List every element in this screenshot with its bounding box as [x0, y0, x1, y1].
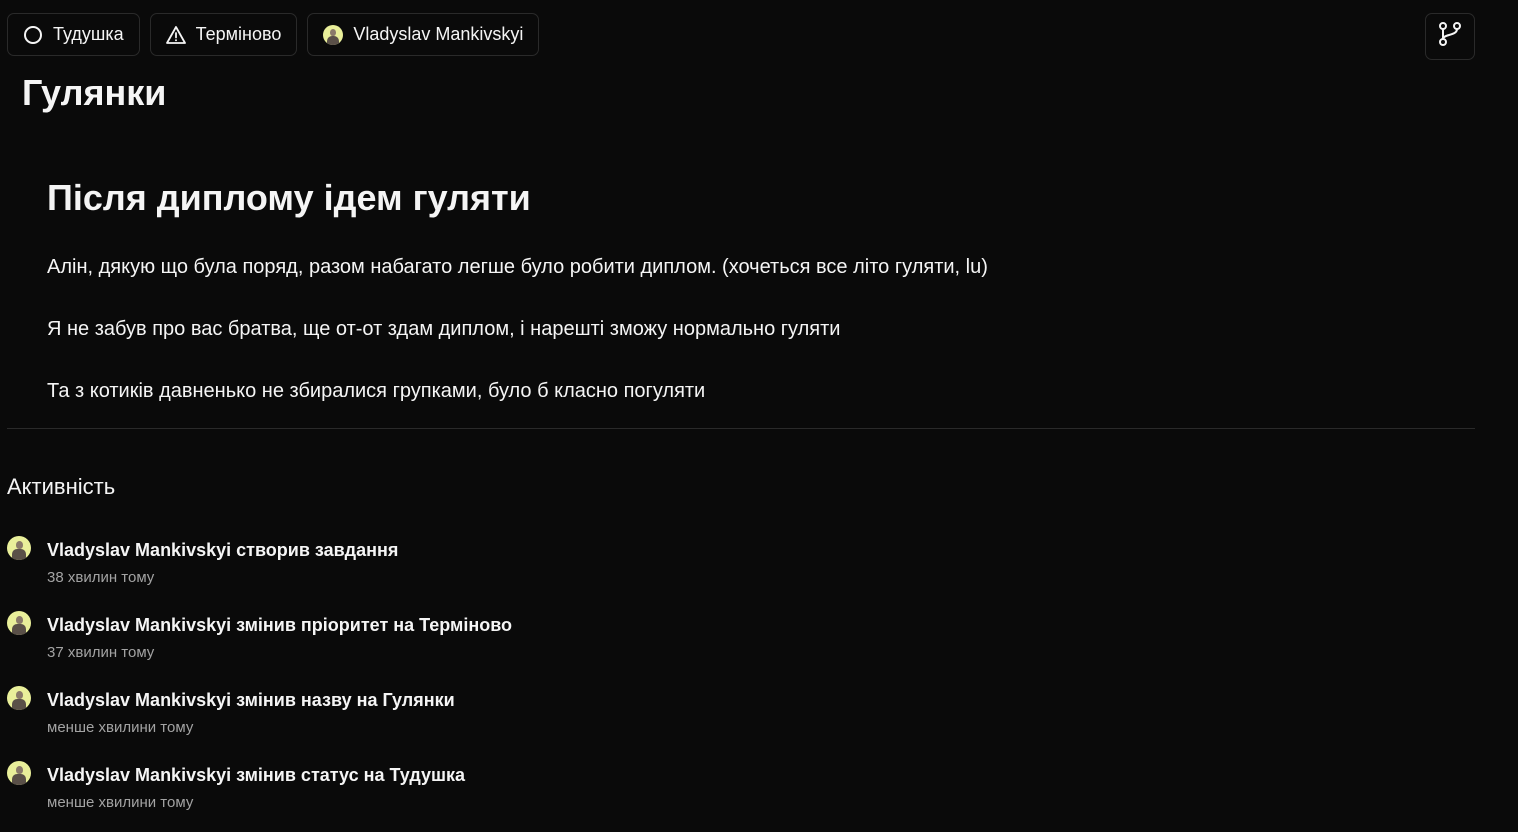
task-paragraph: Алін, дякую що була поряд, разом набагат… [47, 256, 988, 278]
task-description: Після диплому ідем гуляти Алін, дякую що… [47, 175, 1447, 402]
activity-text: Vladyslav Mankivskyi створив завдання [47, 540, 399, 560]
activity-item: Vladyslav Mankivskyi змінив пріоритет на… [7, 611, 707, 671]
divider [7, 428, 1475, 429]
activity-time: 37 хвилин тому [47, 644, 155, 661]
activity-item: Vladyslav Mankivskyi змінив назву на Гул… [7, 686, 707, 746]
avatar [7, 686, 31, 710]
task-toolbar: Тудушка Терміново Vladyslav Mankivskyi [7, 13, 540, 56]
priority-button[interactable]: Терміново [149, 13, 298, 56]
activity-item: Vladyslav Mankivskyi створив завдання 38… [7, 536, 707, 596]
task-paragraph: Та з котиків давненько не збиралися груп… [47, 380, 706, 402]
priority-label: Терміново [195, 24, 282, 44]
activity-time: 38 хвилин тому [47, 569, 155, 586]
activity-title: Активність [7, 474, 116, 499]
avatar [7, 761, 31, 785]
avatar [323, 24, 344, 45]
avatar [7, 611, 31, 635]
activity-text: Vladyslav Mankivskyi змінив статус на Ту… [47, 765, 466, 785]
activity-text: Vladyslav Mankivskyi змінив пріоритет на… [47, 615, 513, 635]
task-heading: Після диплому ідем гуляти [47, 177, 531, 218]
git-branch-icon [1436, 20, 1464, 53]
status-button[interactable]: Тудушка [7, 13, 140, 56]
activity-time: менше хвилини тому [47, 794, 194, 811]
assignee-button[interactable]: Vladyslav Mankivskyi [307, 13, 540, 56]
avatar [7, 536, 31, 560]
git-branch-button[interactable] [1425, 13, 1475, 60]
activity-text: Vladyslav Mankivskyi змінив назву на Гул… [47, 690, 455, 710]
page-title: Гулянки [22, 72, 167, 113]
task-paragraph: Я не забув про вас братва, ще от-от здам… [47, 318, 841, 340]
circle-icon [23, 25, 43, 45]
warning-triangle-icon [165, 25, 186, 45]
activity-item: Vladyslav Mankivskyi змінив статус на Ту… [7, 761, 707, 821]
activity-time: менше хвилини тому [47, 719, 194, 736]
assignee-label: Vladyslav Mankivskyi [353, 24, 524, 44]
status-label: Тудушка [53, 24, 124, 44]
